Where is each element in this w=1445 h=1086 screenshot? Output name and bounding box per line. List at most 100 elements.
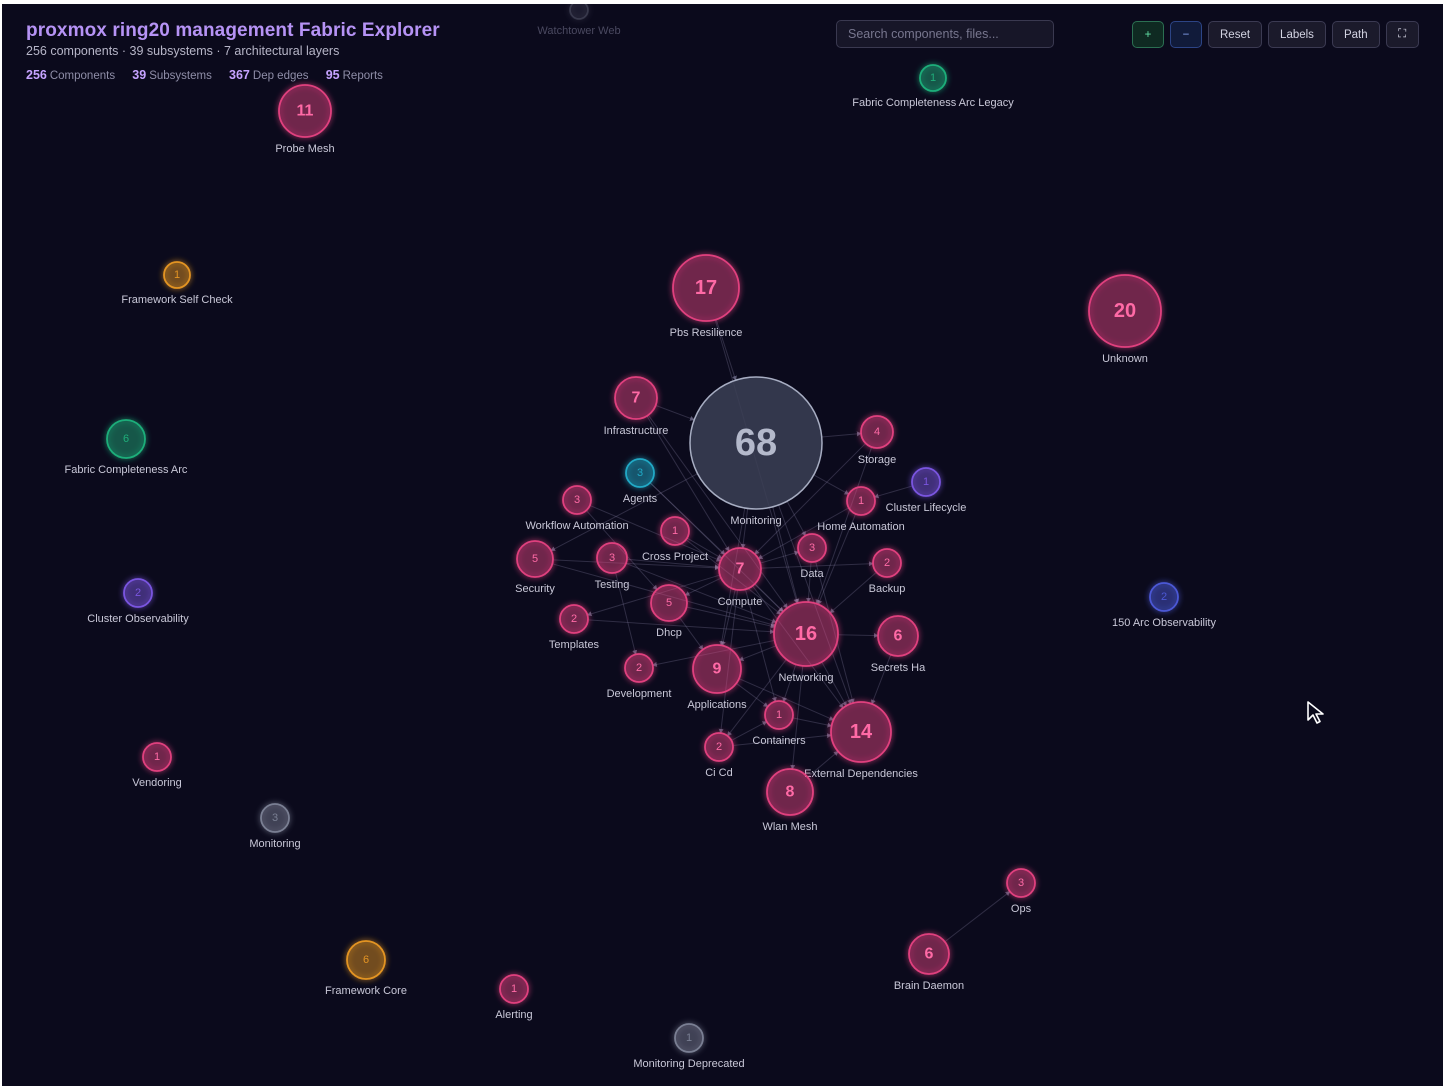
node-workflow-automation[interactable]: 3 Workflow Automation <box>525 485 629 532</box>
node-count: 5 <box>666 597 672 609</box>
node-label: Ci Cd <box>705 767 733 779</box>
node-secrets-ha[interactable]: 6 Secrets Ha <box>871 615 926 674</box>
node-storage[interactable]: 4 Storage <box>858 415 897 466</box>
path-button[interactable]: Path <box>1331 21 1380 48</box>
node-label: Applications <box>687 699 747 711</box>
node-count: 9 <box>713 661 722 678</box>
node-ci-cd[interactable]: 2 Ci Cd <box>704 732 734 779</box>
node-fabric-completeness-arc-legacy[interactable]: 1 Fabric Completeness Arc Legacy <box>852 64 1014 109</box>
node-alerting[interactable]: 1 Alerting <box>495 974 533 1021</box>
stat-label: Subsystems <box>149 70 212 82</box>
node-count: 14 <box>850 721 873 743</box>
zoom-in-button[interactable]: + <box>1132 21 1164 48</box>
node-label: Dhcp <box>656 627 682 639</box>
node-networking[interactable]: 16 Networking <box>773 601 839 684</box>
node-label: Probe Mesh <box>275 143 334 155</box>
node-cluster-lifecycle[interactable]: 1 Cluster Lifecycle <box>886 467 967 514</box>
node-ops[interactable]: 3 Ops <box>1006 868 1036 915</box>
stat-value: 39 <box>132 68 147 82</box>
node-label: Containers <box>752 735 806 747</box>
node-backup[interactable]: 2 Backup <box>869 548 906 595</box>
stat-value: 256 <box>26 68 47 82</box>
node-data[interactable]: 3 Data <box>797 533 827 580</box>
header: proxmox ring20 management Fabric Explore… <box>26 20 440 58</box>
node-templates[interactable]: 2 Templates <box>549 604 600 651</box>
node-external-dependencies[interactable]: 14 External Dependencies <box>804 701 918 780</box>
node-count: 3 <box>809 542 815 554</box>
node-label: Backup <box>869 583 906 595</box>
node-monitoring-hub[interactable]: 68 Monitoring <box>689 376 823 527</box>
node-arc-observability-150[interactable]: 2 150 Arc Observability <box>1112 582 1216 629</box>
stat-label: Reports <box>342 70 383 82</box>
dependency-edge <box>821 431 862 438</box>
node-label: Fabric Completeness Arc <box>65 464 188 476</box>
node-count: 11 <box>297 103 314 120</box>
dependency-edge <box>655 404 695 421</box>
node-label: Cross Project <box>642 551 708 563</box>
node-monitoring-deprecated[interactable]: 1 Monitoring Deprecated <box>633 1023 745 1070</box>
node-label: Monitoring <box>249 838 300 850</box>
node-count: 6 <box>925 946 934 963</box>
page-title: proxmox ring20 management Fabric Explore… <box>26 20 440 41</box>
node-probe-mesh[interactable]: 11 Probe Mesh <box>275 84 335 155</box>
stat-label: Components <box>49 70 116 82</box>
fullscreen-button[interactable]: ⛶ <box>1385 21 1419 48</box>
node-count: 6 <box>123 433 129 445</box>
node-count: 1 <box>686 1032 692 1044</box>
node-applications[interactable]: 9 Applications <box>687 644 747 711</box>
node-count: 3 <box>1018 877 1024 889</box>
node-framework-core[interactable]: 6 Framework Core <box>325 940 407 997</box>
node-count: 1 <box>511 983 517 995</box>
node-framework-self-check[interactable]: 1 Framework Self Check <box>121 261 233 306</box>
node-label: Networking <box>778 672 833 684</box>
node-count: 1 <box>154 751 160 763</box>
node-cluster-observability[interactable]: 2 Cluster Observability <box>87 578 189 625</box>
node-dhcp[interactable]: 5 Dhcp <box>650 584 688 639</box>
node-vendoring[interactable]: 1 Vendoring <box>132 742 182 789</box>
node-label: Data <box>800 568 824 580</box>
node-wlan-mesh[interactable]: 8 Wlan Mesh <box>762 768 818 833</box>
node-count: 6 <box>363 954 369 966</box>
node-count: 2 <box>716 741 722 753</box>
node-circle[interactable] <box>569 4 589 20</box>
toolbar: + − Reset Labels Path ⛶ <box>1132 21 1419 48</box>
node-label: Testing <box>595 579 630 591</box>
node-cross-project[interactable]: 1 Cross Project <box>642 516 708 563</box>
search-input[interactable] <box>836 20 1054 48</box>
node-brain-daemon[interactable]: 6 Brain Daemon <box>894 933 964 992</box>
node-testing[interactable]: 3 Testing <box>595 542 630 591</box>
node-label: Alerting <box>495 1009 532 1021</box>
node-label: Framework Core <box>325 985 407 997</box>
node-agents[interactable]: 3 Agents <box>623 458 658 505</box>
node-label: 150 Arc Observability <box>1112 617 1216 629</box>
node-fabric-completeness-arc[interactable]: 6 Fabric Completeness Arc <box>65 419 188 476</box>
dependency-graph[interactable]: Watchtower Web 1 Fabric Completeness Arc L… <box>2 4 1443 1086</box>
zoom-out-button[interactable]: − <box>1170 21 1202 48</box>
node-label: Cluster Observability <box>87 613 189 625</box>
node-unknown[interactable]: 20 Unknown <box>1088 274 1162 365</box>
dependency-edge <box>760 550 800 564</box>
node-label: Ops <box>1011 903 1032 915</box>
node-count: 3 <box>272 812 278 824</box>
node-pbs-resilience[interactable]: 17 Pbs Resilience <box>670 254 743 339</box>
node-compute[interactable]: 7 Compute <box>718 547 763 608</box>
dependency-edge <box>738 645 777 662</box>
node-label: Agents <box>623 493 658 505</box>
node-monitoring-small[interactable]: 3 Monitoring <box>249 803 301 850</box>
stat-dep-edges: 367 Dep edges <box>229 68 309 82</box>
node-label: Infrastructure <box>604 425 669 437</box>
node-count: 2 <box>135 587 141 599</box>
node-development[interactable]: 2 Development <box>607 653 672 700</box>
node-count: 2 <box>636 662 642 674</box>
dependency-edge <box>944 891 1011 943</box>
node-label: Storage <box>858 454 897 466</box>
node-count: 16 <box>795 623 817 645</box>
node-label: Home Automation <box>817 521 904 533</box>
stat-subsystems: 39 Subsystems <box>132 68 212 82</box>
node-security[interactable]: 5 Security <box>515 540 555 595</box>
node-label: Vendoring <box>132 777 182 789</box>
reset-button[interactable]: Reset <box>1208 21 1263 48</box>
stat-label: Dep edges <box>252 70 309 82</box>
node-watchtower-web[interactable]: Watchtower Web <box>537 4 621 37</box>
labels-button[interactable]: Labels <box>1268 21 1326 48</box>
